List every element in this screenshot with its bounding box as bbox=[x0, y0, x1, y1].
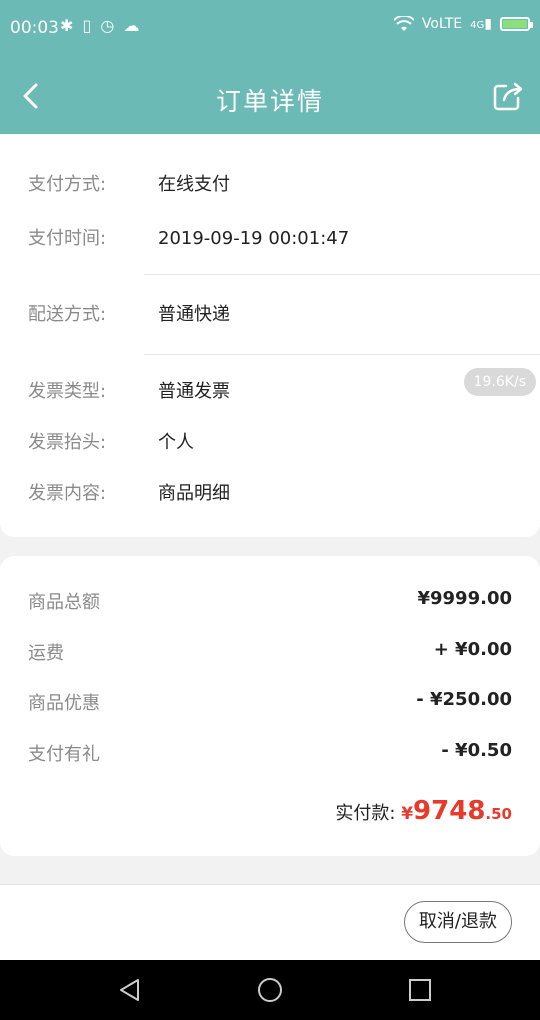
page-title: 订单详情 bbox=[215, 87, 324, 116]
invoice-content-row: 发票内容: 商品明细 bbox=[28, 479, 230, 505]
goods-total-value: ¥9999.00 bbox=[417, 588, 512, 609]
actual-payment-currency: ¥ bbox=[401, 804, 414, 824]
shipping-label: 配送方式: bbox=[28, 304, 107, 325]
shipping-row: 配送方式: 普通快递 bbox=[28, 300, 230, 326]
bluetooth-icon: ✱ bbox=[60, 16, 76, 35]
volte-icon: VoLTE bbox=[421, 16, 463, 32]
system-nav-bar bbox=[0, 960, 540, 1020]
recents-square-icon[interactable] bbox=[406, 976, 434, 1004]
pay-gift-label: 支付有礼 bbox=[28, 744, 100, 765]
actual-payment-label: 实付款: bbox=[335, 803, 396, 824]
invoice-title-row: 发票抬头: 个人 bbox=[28, 428, 194, 454]
order-info-card: 支付方式: 在线支付 支付时间: 2019-09-19 00:01:47 配送方式:… bbox=[0, 134, 540, 537]
actual-payment: 实付款: ¥9748.50 bbox=[335, 796, 512, 826]
bottom-action-bar: 取消/退款 bbox=[0, 884, 540, 960]
back-triangle-icon[interactable] bbox=[116, 976, 144, 1004]
discount-value: - ¥250.00 bbox=[416, 689, 512, 710]
share-icon[interactable] bbox=[492, 80, 524, 112]
invoice-title-value: 个人 bbox=[158, 432, 194, 453]
status-bar: 00:03 ✱ ▯ ◷ ☁ VoLTE 4G▮ bbox=[0, 0, 540, 60]
goods-total-label: 商品总额 bbox=[28, 592, 100, 613]
invoice-type-row: 发票类型: 普通发票 bbox=[28, 377, 230, 403]
signal-label: 4G bbox=[470, 20, 485, 31]
invoice-type-value: 普通发票 bbox=[158, 381, 230, 402]
status-right-icons: VoLTE 4G▮ bbox=[393, 16, 533, 32]
network-speed-badge: 19.6K/s bbox=[463, 368, 536, 396]
signal-icon: 4G▮ bbox=[470, 16, 492, 32]
invoice-title-label: 发票抬头: bbox=[28, 432, 107, 453]
shipping-value: 普通快递 bbox=[158, 304, 230, 325]
payment-time-value: 2019-09-19 00:01:47 bbox=[158, 228, 350, 249]
payment-time-row: 支付时间: 2019-09-19 00:01:47 bbox=[28, 224, 349, 250]
pay-gift-value: - ¥0.50 bbox=[441, 740, 512, 761]
discount-label: 商品优惠 bbox=[28, 693, 100, 714]
battery-icon bbox=[500, 17, 533, 31]
actual-payment-decimal: .50 bbox=[485, 805, 512, 823]
wechat-icon: ☁ bbox=[123, 16, 142, 35]
wifi-icon bbox=[393, 16, 414, 31]
divider bbox=[144, 354, 540, 355]
cancel-refund-button[interactable]: 取消/退款 bbox=[403, 901, 512, 943]
invoice-content-label: 发票内容: bbox=[28, 483, 107, 504]
shipping-fee-value: + ¥0.00 bbox=[433, 639, 512, 660]
divider bbox=[144, 274, 540, 275]
home-circle-icon[interactable] bbox=[256, 976, 284, 1004]
status-time: 00:03 bbox=[10, 18, 59, 38]
payment-method-value: 在线支付 bbox=[158, 174, 230, 195]
shipping-fee-row: 运费 + ¥0.00 bbox=[28, 639, 512, 665]
invoice-type-label: 发票类型: bbox=[28, 381, 107, 402]
actual-payment-integer: 9748 bbox=[413, 796, 486, 826]
app-header: 订单详情 bbox=[0, 60, 540, 134]
invoice-content-value: 商品明细 bbox=[158, 483, 230, 504]
payment-method-label: 支付方式: bbox=[28, 174, 107, 195]
alarm-icon: ◷ bbox=[100, 16, 117, 35]
goods-total-row: 商品总额 ¥9999.00 bbox=[28, 588, 512, 614]
payment-time-label: 支付时间: bbox=[28, 228, 107, 249]
status-left-icons: ✱ ▯ ◷ ☁ bbox=[60, 16, 141, 35]
pay-gift-row: 支付有礼 - ¥0.50 bbox=[28, 740, 512, 766]
price-summary-card: 商品总额 ¥9999.00 运费 + ¥0.00 商品优惠 - ¥250.00 … bbox=[0, 556, 540, 856]
shipping-fee-label: 运费 bbox=[28, 643, 64, 664]
vibrate-icon: ▯ bbox=[82, 16, 94, 35]
payment-method-row: 支付方式: 在线支付 bbox=[28, 170, 230, 196]
discount-row: 商品优惠 - ¥250.00 bbox=[28, 689, 512, 715]
